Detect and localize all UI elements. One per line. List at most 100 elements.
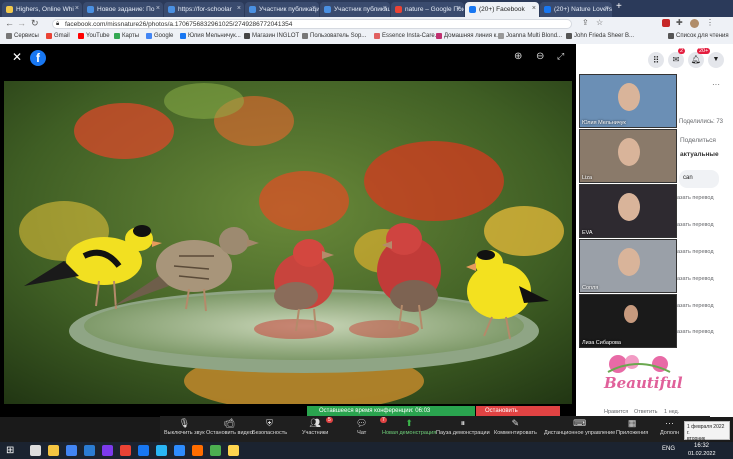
shares-count[interactable]: Поделились: 73: [679, 119, 723, 125]
url-field[interactable]: 🔒︎ facebook.com/missnature26/photos/a.17…: [52, 19, 572, 29]
browser-tab[interactable]: Участник публикаци ×: [245, 2, 319, 17]
account-menu-icon[interactable]: ▼: [708, 52, 724, 68]
translate-link-4[interactable]: азать перевод: [677, 276, 714, 282]
taskbar-app-icon[interactable]: [174, 445, 185, 456]
browser-tab[interactable]: (20+) Facebook ×: [465, 2, 539, 17]
browser-tab[interactable]: Highers, Online Whi ×: [2, 2, 82, 17]
forward-icon[interactable]: →: [17, 18, 26, 28]
taskbar-app-icon[interactable]: [48, 445, 59, 456]
tab-favicon-icon: [395, 6, 402, 13]
translate-link-5[interactable]: азать перевод: [677, 303, 714, 309]
bookmark-item[interactable]: Joanna Multi Blond...: [498, 33, 562, 39]
stop-share-button[interactable]: Остановить демонстрацию: [476, 406, 560, 424]
participant-video-tile[interactable]: Сопля: [579, 239, 677, 293]
translate-link-6[interactable]: азать перевод: [677, 329, 714, 335]
share-page-icon[interactable]: ⇪: [582, 18, 589, 27]
taskbar-app-icon[interactable]: [156, 445, 167, 456]
zoom-button[interactable]: 📹︎ Остановить видео: [206, 418, 253, 436]
taskbar-app-icon[interactable]: [210, 445, 221, 456]
reload-icon[interactable]: ↻: [31, 18, 39, 29]
zoom-button[interactable]: ⛨ Безопасность: [252, 418, 287, 436]
browser-tab[interactable]: (20+) Nature Lovers ×: [540, 2, 612, 17]
taskbar-app-icon[interactable]: [228, 445, 239, 456]
participant-video-tile[interactable]: EVA: [579, 184, 677, 238]
tab-favicon-icon: [249, 6, 256, 13]
like-link[interactable]: Нравится: [604, 409, 628, 415]
bookmark-item[interactable]: Список для чтения: [668, 33, 729, 39]
zoom-button[interactable]: 👥︎ Участники 5: [302, 417, 333, 436]
taskbar-app-icon[interactable]: [138, 445, 149, 456]
browser-tab[interactable]: https://for-schoolar ×: [164, 2, 244, 17]
address-bar-row: ← → ↻ 🔒︎ facebook.com/missnature26/photo…: [0, 17, 733, 31]
back-icon[interactable]: ←: [5, 18, 14, 28]
taskbar-app-icon[interactable]: [120, 445, 131, 456]
close-icon[interactable]: ✕: [12, 50, 22, 64]
windows-start-icon[interactable]: ⊞: [6, 445, 14, 456]
tray-date[interactable]: 01.02.2022: [688, 451, 716, 457]
participant-video-tile[interactable]: Liza: [579, 129, 677, 183]
bookmark-item[interactable]: Сервисы: [6, 33, 39, 39]
zoom-button[interactable]: ▦ Приложения: [616, 418, 648, 436]
tab-close-icon[interactable]: ×: [237, 5, 241, 12]
zoom-button[interactable]: 🎙︎ Выключить звук: [164, 418, 205, 436]
taskbar-app-icon[interactable]: [66, 445, 77, 456]
zoom-button[interactable]: ✎ Комментировать: [494, 418, 537, 436]
participant-video-tile[interactable]: Лиза Сибарова: [579, 294, 677, 348]
tab-close-icon[interactable]: ×: [156, 5, 160, 12]
apps-grid-icon[interactable]: ⠿: [648, 52, 664, 68]
tab-close-icon[interactable]: ×: [605, 5, 609, 12]
tray-lang[interactable]: ENG: [662, 446, 675, 452]
zoom-button[interactable]: 💬︎ Чат 7: [356, 417, 387, 436]
facebook-logo[interactable]: f: [30, 50, 46, 66]
puzzle-icon[interactable]: ✚: [676, 18, 683, 27]
zoom-button[interactable]: ⋯ Дополн: [660, 418, 679, 436]
bookmark-item[interactable]: Домашняя линия к...: [436, 33, 501, 39]
browser-menu-icon[interactable]: ⋮: [706, 18, 714, 27]
tab-close-icon[interactable]: ×: [532, 5, 536, 12]
bookmark-item[interactable]: Google: [146, 33, 173, 39]
tab-close-icon[interactable]: ×: [457, 5, 461, 12]
bookmark-item[interactable]: YouTube: [78, 33, 110, 39]
tab-close-icon[interactable]: ×: [75, 5, 79, 12]
zoom-out-icon[interactable]: ⊖: [536, 51, 544, 62]
zoom-in-icon[interactable]: ⊕: [514, 51, 522, 62]
bookmark-item[interactable]: Пользователь Sop...: [302, 33, 366, 39]
browser-tab[interactable]: Новое задание: По ×: [83, 2, 163, 17]
zoom-button[interactable]: ⏸︎ Пауза демонстрации: [436, 418, 490, 436]
taskbar-app-icon[interactable]: [30, 445, 41, 456]
notifications-icon[interactable]: 🔔︎: [688, 52, 704, 68]
taskbar-app-icon[interactable]: [84, 445, 95, 456]
tab-close-icon[interactable]: ×: [383, 5, 387, 12]
profile-avatar[interactable]: [690, 19, 699, 28]
zoom-button[interactable]: ⬆ Новая демонстрация: [382, 418, 436, 436]
remote-control-icon: ⌨: [573, 418, 587, 428]
bookmark-item[interactable]: Магазин INGLOT: [244, 33, 299, 39]
messenger-icon[interactable]: ✉: [668, 52, 684, 68]
star-icon[interactable]: ☆: [596, 18, 603, 27]
taskbar-app-icon[interactable]: [102, 445, 113, 456]
fullscreen-icon[interactable]: ⤢: [557, 51, 564, 62]
bookmark-item[interactable]: Карты: [114, 33, 139, 39]
more-options-icon[interactable]: ···: [712, 80, 720, 89]
relevant-filter[interactable]: актуальные: [680, 151, 719, 158]
tab-favicon-icon: [544, 6, 551, 13]
bookmark-item[interactable]: Gmail: [46, 33, 70, 39]
tray-time[interactable]: 16:32: [694, 443, 709, 449]
browser-tab[interactable]: nature – Google Пои ×: [391, 2, 464, 17]
tab-favicon-icon: [168, 6, 175, 13]
zoom-button[interactable]: ⌨ Дистанционное управление: [544, 418, 615, 436]
reply-link[interactable]: Ответить: [634, 409, 658, 415]
participant-video-tile[interactable]: Юлия Мельничук: [579, 74, 677, 128]
translate-link-3[interactable]: азать перевод: [677, 249, 714, 255]
bookmark-item[interactable]: Essence Insta-Care...: [374, 33, 440, 39]
extension-icon[interactable]: [662, 19, 670, 27]
share-button[interactable]: Поделиться: [680, 137, 716, 144]
bookmark-item[interactable]: John Frieda Sheer B...: [566, 33, 634, 39]
taskbar-app-icon[interactable]: [192, 445, 203, 456]
bookmark-item[interactable]: Юлия Мельничук...: [180, 33, 241, 39]
browser-tab[interactable]: Участник публикаци ×: [320, 2, 390, 17]
tab-close-icon[interactable]: ×: [312, 5, 316, 12]
new-tab-button[interactable]: +: [616, 1, 622, 12]
translate-link-2[interactable]: азать перевод: [677, 222, 714, 228]
translate-link-1[interactable]: азать перевод: [677, 195, 714, 201]
